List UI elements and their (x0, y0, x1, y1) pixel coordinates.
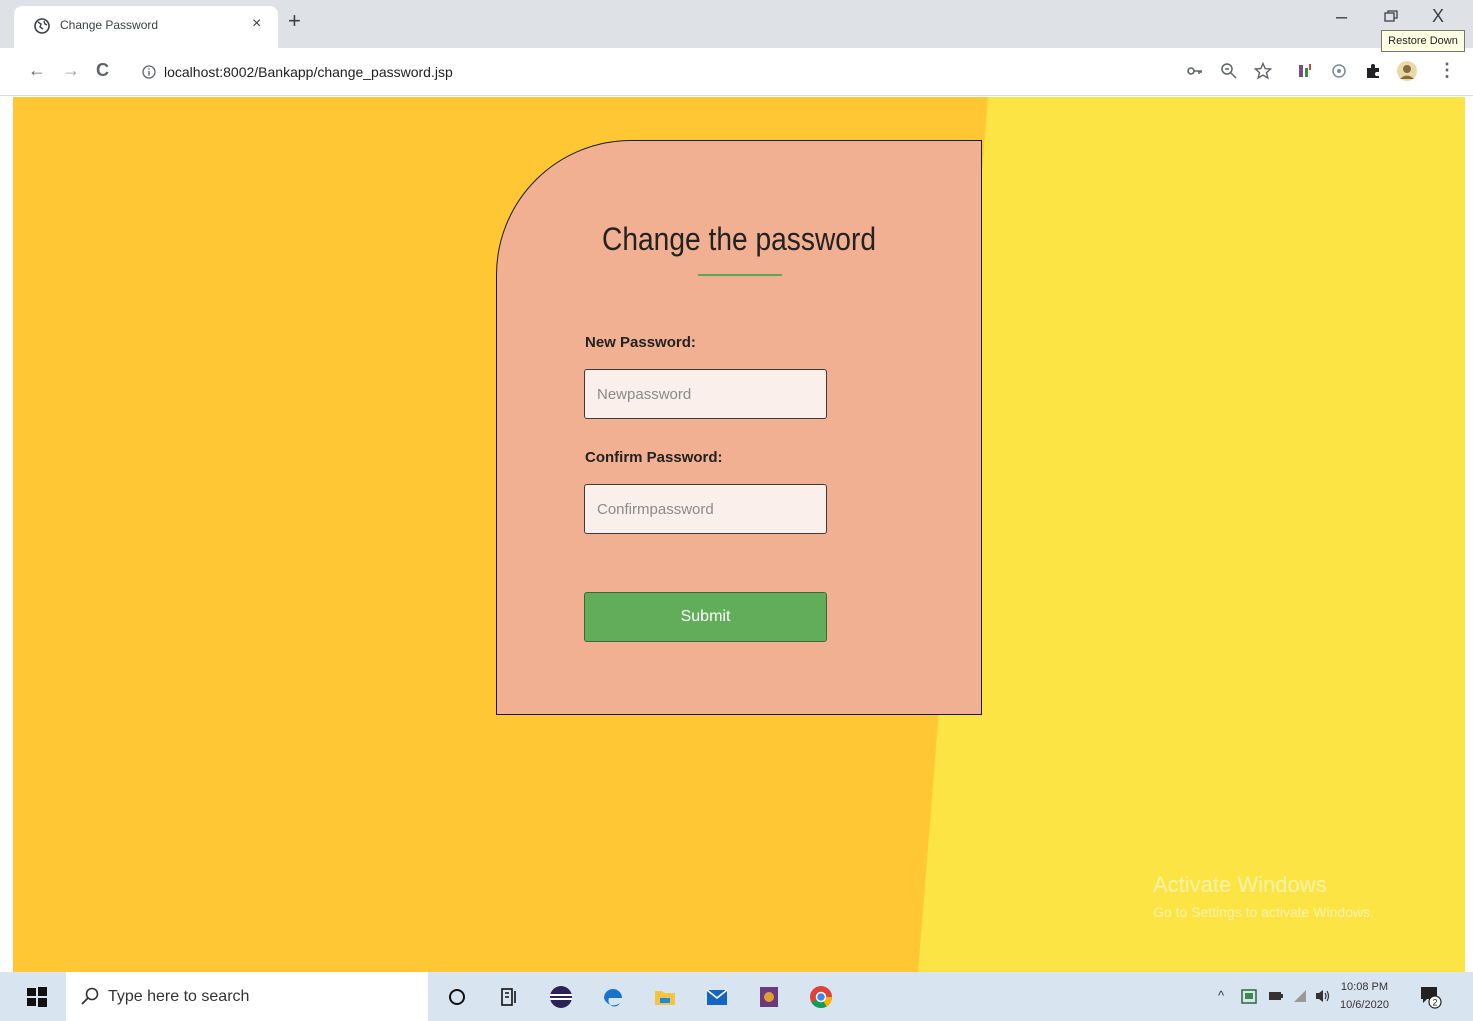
extension-icon[interactable] (1296, 62, 1314, 80)
reload-icon[interactable]: C (96, 60, 109, 81)
browser-tab[interactable]: Change Password × (14, 6, 278, 48)
app-icon[interactable] (756, 984, 782, 1010)
tray-app-icon[interactable] (1240, 988, 1258, 1006)
taskbar-clock[interactable]: 10:08 PM 10/6/2020 (1340, 978, 1389, 1014)
browser-toolbar: ← → C localhost:8002/Bankapp/change_pass… (0, 48, 1473, 96)
edge-icon[interactable] (600, 984, 626, 1010)
page-title: Change the password (602, 221, 876, 257)
eclipse-icon[interactable] (548, 984, 574, 1010)
file-explorer-icon[interactable] (652, 984, 678, 1010)
chrome-icon[interactable] (808, 984, 834, 1010)
search-placeholder: Type here to search (108, 988, 250, 1005)
clock-date: 10/6/2020 (1340, 999, 1389, 1011)
close-window-button[interactable]: X (1432, 6, 1444, 27)
cortana-icon[interactable] (444, 984, 470, 1010)
minimize-button[interactable]: – (1336, 6, 1347, 29)
watermark-title: Activate Windows (1153, 872, 1327, 897)
volume-icon[interactable] (1314, 988, 1332, 1004)
tab-close-icon[interactable]: × (252, 15, 261, 33)
key-icon[interactable] (1186, 62, 1204, 80)
new-password-input[interactable] (584, 369, 827, 419)
taskbar-search-box[interactable]: Type here to search (66, 972, 428, 1021)
extension-circle-icon[interactable] (1330, 62, 1348, 80)
task-view-icon[interactable] (496, 984, 522, 1010)
windows-start-icon[interactable] (26, 986, 48, 1008)
new-password-label: New Password: (585, 334, 696, 351)
bookmark-star-icon[interactable] (1254, 62, 1272, 80)
url-text[interactable]: localhost:8002/Bankapp/change_password.j… (164, 64, 453, 80)
restore-down-icon[interactable] (1384, 10, 1398, 22)
profile-avatar-icon[interactable] (1396, 60, 1418, 82)
new-tab-button[interactable]: + (288, 10, 301, 32)
back-arrow-icon[interactable]: ← (28, 60, 46, 81)
zoom-icon[interactable] (1220, 62, 1238, 80)
battery-icon[interactable] (1268, 990, 1284, 1002)
tab-title: Change Password (60, 18, 159, 32)
search-icon (81, 987, 99, 1005)
globe-icon (34, 18, 50, 34)
notification-icon[interactable]: 2 (1418, 984, 1442, 1010)
notification-count: 2 (1432, 998, 1437, 1008)
submit-button[interactable]: Submit (584, 592, 827, 642)
restore-down-tooltip: Restore Down (1381, 30, 1465, 52)
wifi-icon[interactable] (1292, 988, 1308, 1004)
address-bar[interactable]: localhost:8002/Bankapp/change_password.j… (130, 54, 1230, 90)
page-viewport: Change the password New Password: Confir… (13, 97, 1465, 972)
confirm-password-input[interactable] (584, 484, 827, 534)
forward-arrow-icon[interactable]: → (62, 60, 80, 81)
browser-tabstrip: Change Password × + – X Restore Down (0, 0, 1473, 52)
info-icon[interactable] (142, 65, 156, 79)
watermark-subtitle: Go to Settings to activate Windows. (1153, 904, 1374, 920)
change-password-card: Change the password New Password: Confir… (496, 140, 982, 715)
puzzle-icon[interactable] (1364, 62, 1382, 80)
windows-taskbar: Type here to search ^ 10:08 PM 10/6/2020… (0, 972, 1473, 1021)
menu-kebab-icon[interactable]: ⋮ (1438, 60, 1456, 81)
show-hidden-icons-icon[interactable]: ^ (1218, 988, 1224, 1003)
clock-time: 10:08 PM (1340, 981, 1389, 993)
title-underline (698, 274, 782, 276)
mail-icon[interactable] (704, 984, 730, 1010)
confirm-password-label: Confirm Password: (585, 449, 723, 466)
activate-windows-watermark: Activate Windows Go to Settings to activ… (1153, 872, 1374, 920)
